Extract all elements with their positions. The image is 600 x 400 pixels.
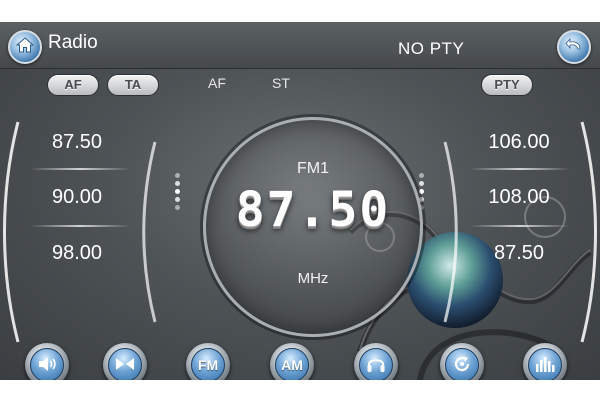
speaker-icon <box>37 356 57 375</box>
am-button[interactable]: AM <box>270 343 314 380</box>
frequency-dial[interactable]: FM1 87.50 MHz <box>203 117 423 337</box>
fm-button[interactable]: FM <box>186 343 230 380</box>
back-button[interactable] <box>557 30 591 64</box>
home-button[interactable] <box>8 30 42 64</box>
radio-screen: Radio NO PTY AF TA PTY AF ST 87.50 90.00… <box>0 22 600 380</box>
am-button-label: AM <box>275 348 309 380</box>
top-bar: Radio NO PTY <box>0 22 600 69</box>
volume-button[interactable] <box>25 343 69 380</box>
preset-right-2[interactable]: 108.00 <box>474 186 564 209</box>
preset-divider <box>30 225 130 227</box>
pty-status: NO PTY <box>398 39 465 58</box>
app-title: Radio <box>48 32 98 53</box>
seek-icon <box>115 357 135 374</box>
preset-divider <box>470 168 570 170</box>
preset-left-3[interactable]: 98.00 <box>32 242 122 265</box>
fm-button-label: FM <box>191 348 225 380</box>
frequency-unit: MHz <box>297 270 329 287</box>
seek-button[interactable] <box>103 343 147 380</box>
stereo-indicator: ST <box>272 75 290 91</box>
seek-down-dots[interactable] <box>172 170 182 213</box>
headphones-icon <box>366 355 386 376</box>
af-indicator: AF <box>208 75 226 91</box>
preset-divider <box>30 168 130 170</box>
pty-toggle-button[interactable]: PTY <box>481 74 533 96</box>
af-toggle-button[interactable]: AF <box>47 74 99 96</box>
scan-button[interactable] <box>440 343 484 380</box>
preset-left-1[interactable]: 87.50 <box>32 131 122 154</box>
refresh-icon <box>452 354 472 377</box>
ta-toggle-button[interactable]: TA <box>107 74 159 96</box>
equalizer-button[interactable] <box>523 343 567 380</box>
band-label: FM1 <box>297 160 329 177</box>
preset-right-3[interactable]: 87.50 <box>474 242 564 265</box>
preset-right-1[interactable]: 106.00 <box>474 131 564 154</box>
current-frequency: 87.50 <box>235 182 391 238</box>
preset-divider <box>470 225 570 227</box>
headphones-button[interactable] <box>354 343 398 380</box>
preset-left-2[interactable]: 90.00 <box>32 186 122 209</box>
home-icon <box>15 36 35 58</box>
back-arrow-icon <box>565 37 583 58</box>
equalizer-icon <box>535 356 555 375</box>
